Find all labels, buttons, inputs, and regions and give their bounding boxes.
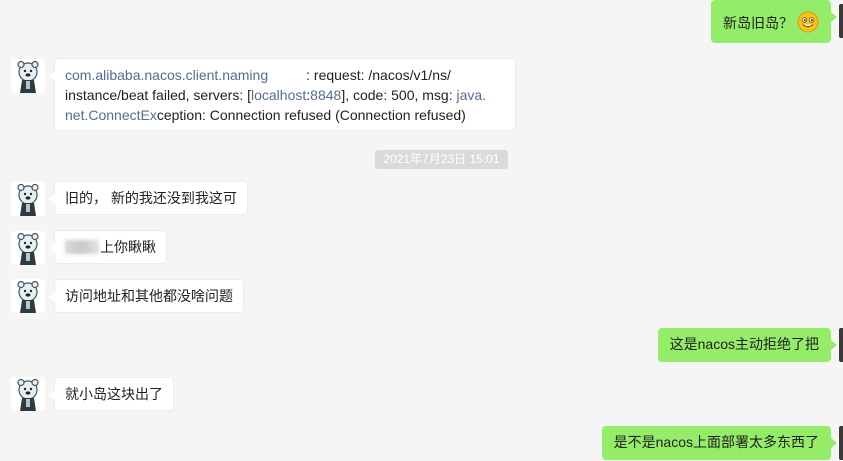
cartoon-bear-avatar-icon [11,377,45,411]
message-bubble-outgoing[interactable]: 新岛旧岛？ [711,0,837,43]
message-text: 访问地址和其他都没啥问题 [65,288,233,304]
chat-window: 新岛旧岛？ com.alibaba.nacos.client.naming: … [0,0,843,461]
host-link[interactable]: localhost [251,87,306,103]
message-bubble-incoming[interactable]: 访问地址和其他都没啥问题 [49,279,244,313]
cartoon-bear-avatar-icon [11,59,45,93]
exception-link[interactable]: net.ConnectEx [65,107,157,123]
self-avatar[interactable] [839,328,843,362]
contact-avatar[interactable] [11,279,45,313]
message-bubble-outgoing[interactable]: 这是nacos主动拒绝了把 [657,328,838,362]
contact-avatar[interactable] [11,182,45,216]
message-bubble-incoming[interactable]: 上你瞅瞅 [49,230,167,264]
java-link[interactable]: java. [456,87,486,103]
message-bubble-incoming[interactable]: 旧的， 新的我还没到我这可 [49,181,248,215]
class-link[interactable]: com.alibaba.nacos.client.naming [65,67,268,83]
port-link[interactable]: 8848 [310,87,341,103]
message-timestamp: 2021年7月23日 15:01 [375,150,508,169]
message-text: 新岛旧岛？ [723,15,793,31]
message-text: 就小岛这块出了 [65,386,163,402]
message-text: 上你瞅瞅 [100,239,156,255]
cartoon-bear-avatar-icon [11,231,45,265]
message-bubble-incoming[interactable]: 就小岛这块出了 [49,377,174,411]
message-text: 这是nacos主动拒绝了把 [669,336,819,352]
message-bubble-incoming[interactable]: com.alibaba.nacos.client.naming: request… [49,58,516,131]
redacted-text [65,240,99,254]
self-avatar[interactable] [839,426,843,460]
message-bubble-outgoing[interactable]: 是不是nacos上面部署太多东西了 [601,426,838,460]
contact-avatar[interactable] [11,377,45,411]
cartoon-bear-avatar-icon [11,279,45,313]
message-text: 旧的， 新的我还没到我这可 [65,190,237,206]
contact-avatar[interactable] [11,231,45,265]
contact-avatar[interactable] [11,59,45,93]
self-avatar[interactable] [839,4,843,38]
cartoon-bear-avatar-icon [11,182,45,216]
grinning-face-emoji-icon [797,11,819,38]
message-text: 是不是nacos上面部署太多东西了 [613,434,819,450]
